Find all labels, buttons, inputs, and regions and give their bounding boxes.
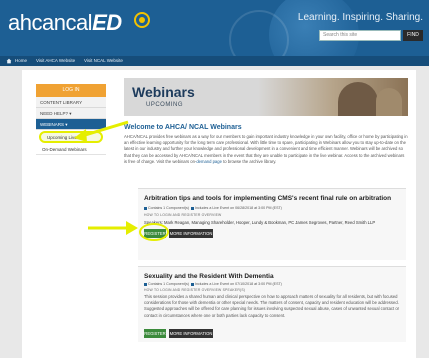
logo-text: ahcancal [8,10,93,35]
welcome-heading: Welcome to AHCA/ NCAL Webinars [124,124,242,131]
event-title[interactable]: Arbitration tips and tools for implement… [144,195,391,202]
nav-home[interactable]: Home [15,58,27,63]
nav-ahca-website[interactable]: Visit AHCA Website [36,58,75,63]
logo-mark-icon [134,12,150,28]
register-arrow-icon [88,221,138,235]
top-nav: Home Visit AHCA Website Visit NCAL Websi… [0,56,429,66]
event-speakers: Speakers: Mark Reagan, Managing Sharehol… [144,220,376,225]
home-icon[interactable] [6,58,12,64]
main-container: LOG IN CONTENT LIBRARY NEED HELP? ▾ WEBI… [22,70,416,358]
banner-title: Webinars [132,84,195,100]
site-tagline: Learning. Inspiring. Sharing. [297,12,423,23]
event-title[interactable]: Sexuality and the Resident With Dementia [144,273,274,280]
calendar-icon [190,206,194,210]
site-logo[interactable]: ahcancalED [8,10,122,36]
event-components: Contains 1 Component(s) [148,206,189,210]
banner-photo-person-2 [376,88,402,116]
register-button[interactable]: REGISTER [144,329,166,338]
event-meta: Contains 1 Component(s) Includes a Live … [144,206,282,210]
nav-ncal-website[interactable]: Visit NCAL Website [84,58,123,63]
more-information-button[interactable]: MORE INFORMATION [169,329,213,338]
webinars-banner: Webinars UPCOMING [124,78,408,116]
on-demand-link[interactable]: demand page [196,159,222,164]
find-button[interactable]: FIND [403,30,423,41]
welcome-text: AHCA/NCAL provides free webinars as a wa… [124,134,408,165]
banner-photo-person [338,82,378,116]
event-date: Includes a Live Event on 07/10/2018 at 3… [194,282,282,286]
components-icon [144,206,147,210]
event-tabs[interactable]: HOW TO LOGIN AND REGISTER OVERVIEW [144,213,221,217]
calendar-icon [190,282,194,286]
event-components: Contains 1 Component(s) [148,282,189,286]
site-header: ahcancalED Learning. Inspiring. Sharing.… [0,0,429,56]
event-date: Includes a Live Event on 06/28/2018 at 3… [194,206,282,210]
more-information-button[interactable]: MORE INFORMATION [169,229,213,238]
welcome-body-end: to browse the archive library. [221,158,277,164]
components-icon [144,282,147,286]
webinars-arrow-icon [74,120,129,142]
search-input[interactable]: Search this site [319,30,401,41]
event-tabs[interactable]: HOW TO LOGIN AND REGISTER OVERVIEW SPEAK… [144,288,245,292]
event-card: Sexuality and the Resident With Dementia… [138,266,406,342]
logo-ed: ED [92,10,122,35]
sidebar-item-content-library[interactable]: CONTENT LIBRARY [36,97,106,108]
event-card: Arbitration tips and tools for implement… [138,188,406,260]
register-highlight-ring [139,223,169,241]
event-meta: Contains 1 Component(s) Includes a Live … [144,282,282,286]
event-description: This session provides a shared human and… [144,294,400,318]
login-button[interactable]: LOG IN [36,84,106,97]
banner-subtitle: UPCOMING [146,102,183,108]
